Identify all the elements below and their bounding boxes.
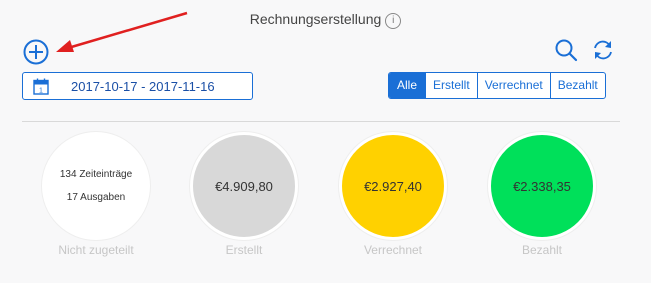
page-title: Rechnungserstellung — [249, 11, 382, 27]
summary-label-paid: Bezahlt — [521, 243, 563, 257]
annotation-arrow-icon — [56, 11, 188, 52]
add-button[interactable] — [23, 39, 49, 65]
paid-amount: €2.338,35 — [513, 178, 571, 194]
summary-label-created: Erstellt — [225, 243, 263, 257]
summary-created[interactable]: €4.909,80 — [190, 132, 298, 240]
info-icon[interactable]: i — [385, 13, 402, 29]
expenses-count: 17 Ausgaben — [66, 192, 126, 203]
summary-label-unassigned: Nicht zugeteilt — [58, 243, 134, 257]
search-icon[interactable] — [554, 38, 578, 62]
status-filter: Alle Erstellt Verrechnet Bezahlt — [388, 72, 606, 99]
summary-invoiced[interactable]: €2.927,40 — [339, 132, 447, 240]
invoiced-amount: €2.927,40 — [364, 178, 422, 194]
divider — [22, 121, 620, 122]
filter-all[interactable]: Alle — [389, 73, 425, 98]
summary-unassigned[interactable]: 134 Zeiteinträge 17 Ausgaben — [42, 132, 150, 240]
svg-text:1: 1 — [39, 88, 43, 95]
filter-bezahlt[interactable]: Bezahlt — [549, 73, 605, 98]
refresh-icon[interactable] — [591, 38, 615, 62]
date-range-picker[interactable]: 1 2017-10-17 - 2017-11-16 — [22, 72, 253, 100]
filter-verrechnet[interactable]: Verrechnet — [476, 73, 550, 98]
time-entries-count: 134 Zeiteinträge — [59, 169, 133, 180]
summary-paid[interactable]: €2.338,35 — [488, 132, 596, 240]
date-range-value: 2017-10-17 - 2017-11-16 — [71, 79, 215, 94]
summary-label-invoiced: Verrechnet — [363, 243, 423, 257]
created-amount: €4.909,80 — [215, 178, 273, 194]
filter-erstellt[interactable]: Erstellt — [425, 73, 477, 98]
calendar-icon: 1 — [33, 78, 49, 95]
